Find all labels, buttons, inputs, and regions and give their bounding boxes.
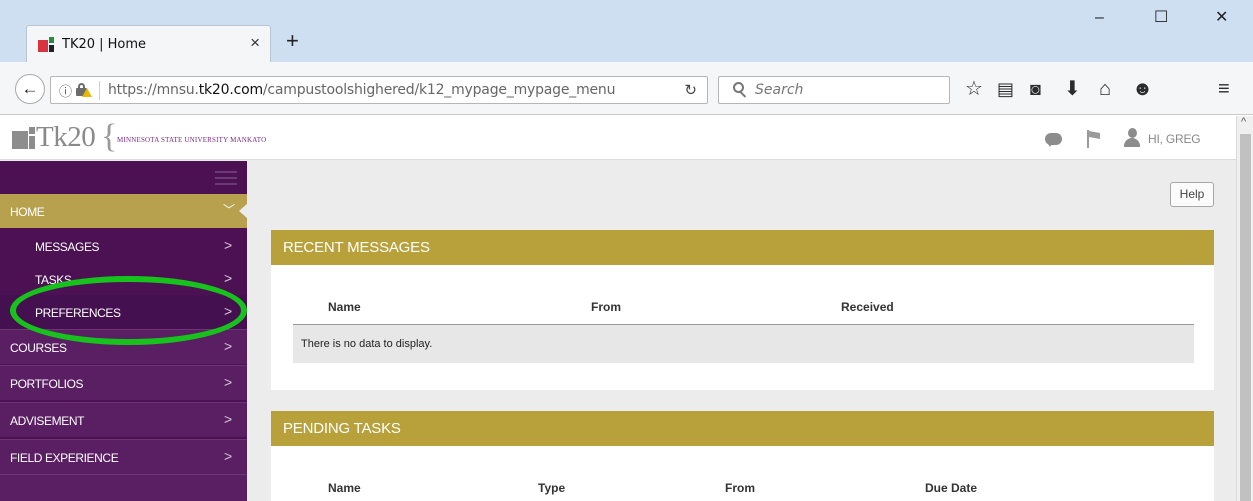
chevron-right-icon: >	[224, 448, 233, 464]
column-header-type[interactable]: Type	[538, 481, 565, 495]
sidebar-item-courses[interactable]: COURSES >	[0, 330, 247, 364]
chevron-right-icon: >	[224, 303, 233, 319]
sidebar-item-portfolios[interactable]: PORTFOLIOS >	[0, 366, 247, 400]
pocket-icon[interactable]: ◙	[1030, 78, 1041, 100]
tk20-logo-icon	[12, 127, 35, 151]
sidebar-item-label: PREFERENCES	[35, 306, 121, 320]
browser-titlebar: TK20 | Home × + – ☐ ✕	[0, 0, 1253, 62]
home-icon[interactable]: ⌂	[1099, 78, 1111, 100]
reading-list-icon[interactable]: ▤	[997, 78, 1014, 100]
messages-bubble-icon[interactable]	[1045, 133, 1062, 147]
column-header-name[interactable]: Name	[328, 481, 361, 495]
insecure-lock-icon[interactable]	[76, 83, 92, 97]
column-header-due-date[interactable]: Due Date	[925, 481, 977, 495]
sidebar-item-preferences[interactable]: PREFERENCES >	[0, 295, 247, 329]
sidebar-item-home[interactable]: HOME ﹀	[0, 194, 248, 228]
sidebar-item-label: FIELD EXPERIENCE	[10, 451, 119, 465]
panel-title: PENDING TASKS	[271, 411, 1214, 446]
sidebar-item-label: ADVISEMENT	[10, 414, 85, 428]
download-icon[interactable]: ⬇	[1064, 78, 1081, 100]
chevron-right-icon: >	[224, 411, 233, 427]
hamburger-icon[interactable]	[215, 171, 237, 185]
chevron-right-icon: >	[224, 338, 233, 354]
column-header-received[interactable]: Received	[841, 300, 894, 314]
sidebar-item-tasks[interactable]: TASKS >	[0, 262, 247, 296]
chevron-down-icon: ﹀	[223, 203, 236, 217]
column-header-from[interactable]: From	[725, 481, 755, 495]
chevron-right-icon: >	[224, 270, 233, 286]
sidebar-nav: HOME ﹀ MESSAGES > TASKS > PREFERENCES > …	[0, 161, 248, 501]
page-content: Tk20 { MINNESOTA STATE UNIVERSITY MANKAT…	[0, 116, 1236, 501]
table-row: There is no data to display.	[293, 325, 1194, 363]
column-header-from[interactable]: From	[591, 300, 621, 314]
chevron-right-icon: >	[224, 237, 233, 253]
empty-message: There is no data to display.	[301, 338, 433, 350]
reload-icon[interactable]: ↻	[684, 81, 697, 99]
panel-title: RECENT MESSAGES	[271, 230, 1214, 265]
sidebar-item-label: COURSES	[10, 341, 67, 355]
sidebar-item-messages[interactable]: MESSAGES >	[0, 229, 247, 263]
flag-icon[interactable]	[1087, 130, 1101, 148]
sidebar-item-label: HOME	[10, 205, 45, 219]
university-name: MINNESOTA STATE UNIVERSITY MANKATO	[117, 136, 267, 144]
user-icon[interactable]	[1124, 128, 1140, 148]
recent-messages-panel: RECENT MESSAGES Name From Received There…	[271, 230, 1214, 390]
new-tab-icon[interactable]: +	[286, 30, 299, 52]
url-bar[interactable]: ⓘ https://mnsu.tk20.com/campustoolshighe…	[50, 76, 708, 104]
site-header: Tk20 { MINNESOTA STATE UNIVERSITY MANKAT…	[0, 116, 1236, 160]
info-icon[interactable]: ⓘ	[59, 81, 72, 100]
user-greeting[interactable]: HI, GREG	[1148, 132, 1201, 146]
browser-navbar: ← ⓘ https://mnsu.tk20.com/campustoolshig…	[0, 62, 1253, 115]
maximize-icon[interactable]: ☐	[1154, 8, 1168, 28]
page-scrollbar[interactable]: ^	[1236, 116, 1253, 501]
help-button[interactable]: Help	[1170, 182, 1214, 207]
menu-icon[interactable]: ≡	[1218, 78, 1230, 100]
sidebar-item-field-experience[interactable]: FIELD EXPERIENCE >	[0, 440, 247, 474]
column-header-name[interactable]: Name	[328, 300, 361, 314]
sidebar-item-label: PORTFOLIOS	[10, 377, 84, 391]
tk20-favicon-icon	[38, 36, 54, 52]
active-notch	[239, 203, 248, 219]
search-placeholder: Search	[755, 82, 804, 98]
scroll-thumb[interactable]	[1240, 134, 1251, 501]
tab-title: TK20 | Home	[62, 36, 147, 52]
logo-brace: {	[101, 118, 118, 155]
chevron-right-icon: >	[224, 374, 233, 390]
url-separator	[99, 81, 100, 100]
bookmark-star-icon[interactable]: ☆	[965, 78, 983, 100]
minimize-icon[interactable]: –	[1095, 8, 1104, 28]
search-icon	[733, 82, 747, 98]
tab-close-icon[interactable]: ×	[250, 33, 260, 53]
back-arrow-icon[interactable]: ←	[15, 74, 45, 104]
sidebar-item-advisement[interactable]: ADVISEMENT >	[0, 403, 247, 437]
scroll-up-icon[interactable]: ^	[1241, 116, 1246, 128]
pending-tasks-panel: PENDING TASKS Name Type From Due Date	[271, 411, 1214, 501]
url-text[interactable]: https://mnsu.tk20.com/campustoolshighere…	[108, 82, 668, 98]
sidebar-item-label: MESSAGES	[35, 240, 100, 254]
logo-text: Tk20	[36, 121, 96, 153]
sidebar-item-label: TASKS	[35, 273, 72, 287]
browser-tab-active[interactable]: TK20 | Home ×	[26, 25, 271, 62]
search-input[interactable]: Search	[718, 76, 950, 104]
window-close-icon[interactable]: ✕	[1215, 8, 1228, 28]
extension-icon[interactable]: ☻	[1132, 78, 1153, 100]
sidebar-fill	[0, 475, 247, 501]
